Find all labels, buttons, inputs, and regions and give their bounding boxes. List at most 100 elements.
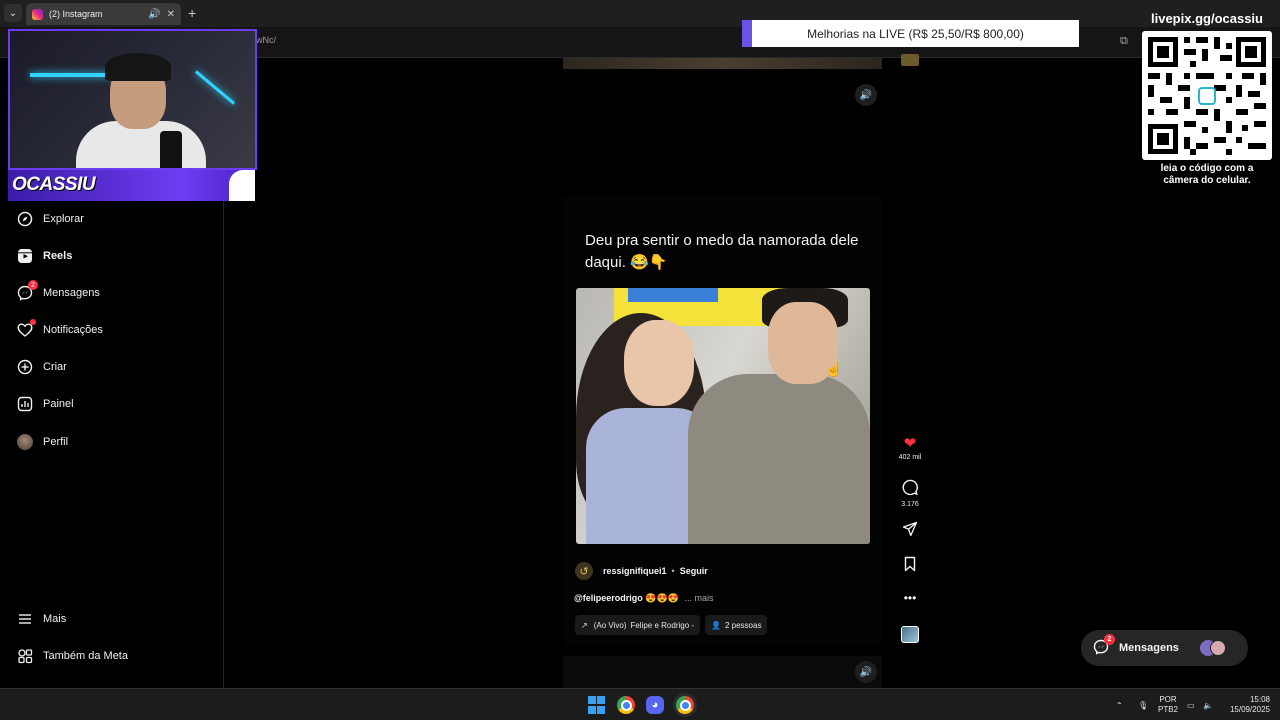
video-person-2-body xyxy=(688,374,870,544)
cam-microphone xyxy=(160,131,182,168)
previous-reel-audio-thumb[interactable] xyxy=(901,54,919,66)
messages-pill-badge: 2 xyxy=(1104,633,1115,645)
sidebar-item-label: Também da Meta xyxy=(43,650,128,662)
save-button[interactable] xyxy=(895,556,925,576)
messenger-icon: 2 xyxy=(16,280,38,302)
reel-video[interactable] xyxy=(576,288,870,544)
messages-pill-label: Mensagens xyxy=(1119,642,1179,654)
share-button[interactable] xyxy=(895,521,925,541)
sidebar-item-label: Reels xyxy=(43,250,73,262)
new-tab-button[interactable]: + xyxy=(188,5,196,21)
reels-icon xyxy=(16,247,34,265)
description-more-link[interactable]: ... mais xyxy=(684,593,713,603)
language-line-2: PTB2 xyxy=(1158,705,1179,714)
chart-icon xyxy=(16,395,34,413)
language-indicator[interactable]: POR PTB2 xyxy=(1158,689,1178,720)
qr-code xyxy=(1142,31,1272,160)
qr-title: livepix.gg/ocassiu xyxy=(1151,11,1263,26)
audio-chip[interactable]: ↗ (Ao Vivo) Felipe e Rodrigo - xyxy=(575,615,701,635)
chrome-active-icon[interactable] xyxy=(676,696,694,714)
audio-chip-text: Felipe e Rodrigo - xyxy=(630,620,695,630)
description-handle[interactable]: @felipeerodrigo xyxy=(574,593,643,603)
author-avatar[interactable]: ↺ xyxy=(575,562,593,580)
tab-close-icon[interactable]: ✕ xyxy=(167,9,175,20)
notification-dot xyxy=(30,319,36,325)
chrome-icon[interactable] xyxy=(617,696,635,714)
sidebar-item-painel[interactable]: Painel xyxy=(16,392,74,416)
comment-count: 3.176 xyxy=(901,501,919,508)
next-mute-toggle-button[interactable]: 🔊 xyxy=(855,661,877,683)
screen: ⌄ (2) Instagram 🔊 ✕ + wNc/ ⧉ Explorar Re… xyxy=(0,0,1280,720)
bookmark-icon xyxy=(902,556,918,576)
tray-chevron-icon[interactable]: ⌃ xyxy=(1116,689,1123,720)
recent-chat-avatars xyxy=(1200,640,1230,656)
sidebar-item-notificacoes[interactable]: Notificações xyxy=(16,318,103,342)
sidebar-item-label: Criar xyxy=(43,361,67,373)
tab-title: (2) Instagram xyxy=(49,9,103,19)
cam-light-2 xyxy=(194,70,236,105)
author-row: ↺ ressignifiquei1 • Seguir xyxy=(575,562,708,580)
tab-list-button[interactable]: ⌄ xyxy=(4,4,22,22)
hand-cursor-icon: ☝ xyxy=(825,361,843,377)
people-chip[interactable]: 👤 2 pessoas xyxy=(705,615,768,635)
sidebar-item-explorar[interactable]: Explorar xyxy=(16,207,84,231)
system-clock[interactable]: 15:08 15/09/2025 xyxy=(1222,689,1270,720)
follow-button[interactable]: Seguir xyxy=(680,566,708,576)
network-icon[interactable]: ▭ xyxy=(1187,689,1195,720)
next-reel-card[interactable] xyxy=(563,656,882,688)
person-icon: 👤 xyxy=(711,620,721,630)
video-sign-text xyxy=(628,288,718,302)
people-chip-text: 2 pessoas xyxy=(724,620,762,630)
author-separator: • xyxy=(671,566,675,576)
windows-taskbar: ◕ ⌃ 🎙 POR PTB2 ▭ 🔈 15:08 15/09/2025 xyxy=(0,688,1280,720)
volume-icon[interactable]: 🔈 xyxy=(1203,689,1213,720)
video-person-1-face xyxy=(624,320,694,406)
reel-caption: Deu pra sentir o medo da namorada dele d… xyxy=(585,232,859,271)
qr-caption-line-2: câmera do celular. xyxy=(1163,175,1251,186)
sidebar-item-meta[interactable]: Também da Meta xyxy=(16,644,128,668)
audio-thumbnail[interactable] xyxy=(901,626,919,643)
like-button[interactable]: ❤ 402 mil xyxy=(895,435,925,461)
discord-icon[interactable]: ◕ xyxy=(646,696,664,714)
comment-icon xyxy=(902,479,918,499)
reel-description: @felipeerodrigo 😍😍😍 ... mais xyxy=(574,593,713,604)
description-emojis: 😍😍😍 xyxy=(645,593,679,603)
sidebar-item-criar[interactable]: Criar xyxy=(16,355,67,379)
arrow-up-right-icon: ↗ xyxy=(581,620,588,630)
messenger-icon: 2 xyxy=(1093,633,1115,658)
sidebar-item-mensagens[interactable]: 2 Mensagens xyxy=(16,280,100,305)
streamer-name: OCASSIU xyxy=(12,174,96,195)
comment-button[interactable]: 3.176 xyxy=(895,479,925,508)
meta-apps-icon xyxy=(16,647,34,665)
tab-audio-icon[interactable]: 🔊 xyxy=(148,9,160,20)
reel-card: Deu pra sentir o medo da namorada dele d… xyxy=(563,196,882,646)
live-goal-banner: Melhorias na LIVE (R$ 25,50/R$ 800,00) xyxy=(742,20,1079,47)
clock-date: 15/09/2025 xyxy=(1229,705,1270,714)
audio-chip-prefix: (Ao Vivo) xyxy=(593,620,627,630)
author-username[interactable]: ressignifiquei1 xyxy=(603,566,667,576)
profile-avatar xyxy=(16,433,34,451)
mute-toggle-button[interactable]: 🔊 xyxy=(855,84,877,106)
instagram-sidebar: Explorar Reels 2 Mensagens Notificações xyxy=(0,200,224,688)
more-options-button[interactable]: ••• xyxy=(895,590,925,607)
messages-pill[interactable]: 2 Mensagens xyxy=(1081,630,1248,666)
sidebar-item-reels[interactable]: Reels xyxy=(16,244,72,268)
sidebar-item-perfil[interactable]: Perfil xyxy=(16,430,68,454)
sidebar-item-label: Painel xyxy=(43,398,74,410)
sidebar-item-mais[interactable]: Mais xyxy=(16,607,66,631)
webcam-overlay xyxy=(8,29,257,170)
sidebar-item-label: Mais xyxy=(43,613,67,625)
qr-caption: leia o código com a câmera do celular. xyxy=(1142,163,1272,187)
sidebar-item-label: Perfil xyxy=(43,436,69,448)
sidebar-item-label: Mensagens xyxy=(43,287,100,299)
windows-start-icon[interactable] xyxy=(587,696,605,714)
heart-filled-icon: ❤ xyxy=(903,435,917,452)
microphone-icon[interactable]: 🎙 xyxy=(1138,689,1148,720)
cam-person-cap xyxy=(105,53,171,81)
cast-icon[interactable]: ⧉ xyxy=(1120,35,1128,48)
instagram-favicon-icon xyxy=(32,8,43,20)
ellipsis-icon: ••• xyxy=(903,591,917,605)
browser-tab-instagram[interactable]: (2) Instagram 🔊 ✕ xyxy=(26,3,181,25)
previous-reel-thumbnail[interactable] xyxy=(563,58,882,69)
heart-icon xyxy=(16,319,36,339)
